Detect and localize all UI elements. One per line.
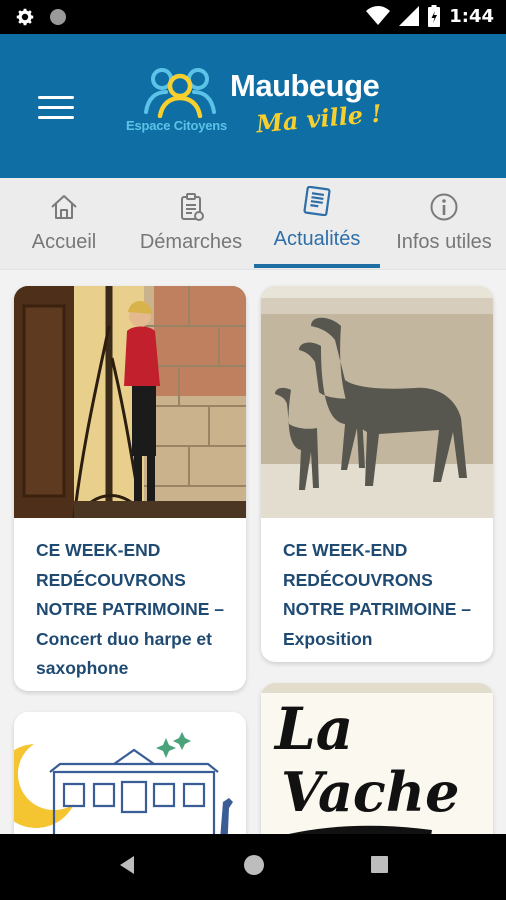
back-icon[interactable] [116, 852, 138, 878]
news-card[interactable]: CE WEEK-END REDÉCOUVRONS NOTRE PATRIMOIN… [14, 286, 246, 691]
tab-infos-utiles[interactable]: Infos utiles [386, 178, 502, 270]
poster-word: Vache [281, 760, 459, 824]
poster-word: La [273, 695, 353, 763]
signal-icon [399, 6, 420, 26]
info-icon [430, 193, 458, 221]
tab-bar: Accueil Démarches Actualités Infos utile… [0, 178, 506, 270]
tab-label: Actualités [273, 228, 361, 250]
settings-icon [16, 8, 34, 26]
active-tab-indicator [254, 264, 380, 268]
navigation-bar [0, 834, 506, 900]
clipboard-icon [181, 193, 204, 221]
camel-sculptures-photo [261, 286, 493, 518]
news-card[interactable]: La Vache [261, 683, 493, 834]
app-logo: Espace Citoyens Maubeuge Ma ville ! [126, 64, 396, 148]
hamburger-menu-icon[interactable] [38, 96, 74, 120]
news-feed[interactable]: CE WEEK-END REDÉCOUVRONS NOTRE PATRIMOIN… [0, 270, 506, 834]
news-card-title: CE WEEK-END REDÉCOUVRONS NOTRE PATRIMOIN… [36, 540, 224, 678]
home-circle-icon[interactable] [241, 852, 267, 878]
home-icon [51, 195, 77, 219]
app-header: Espace Citoyens Maubeuge Ma ville ! [0, 34, 506, 178]
status-bar: 1:44 [0, 0, 506, 34]
wifi-icon [366, 6, 391, 26]
news-card-title: CE WEEK-END REDÉCOUVRONS NOTRE PATRIMOIN… [283, 540, 471, 649]
news-card[interactable]: CE WEEK-END REDÉCOUVRONS NOTRE PATRIMOIN… [261, 286, 493, 662]
citizens-logo-icon [144, 68, 216, 118]
tab-accueil[interactable]: Accueil [14, 178, 114, 270]
circle-indicator-icon [50, 9, 66, 25]
battery-icon [428, 5, 441, 27]
logo-caption: Espace Citoyens [126, 118, 228, 133]
logo-subtitle: Ma ville ! [254, 98, 383, 139]
news-card[interactable] [14, 712, 246, 834]
recents-icon[interactable] [369, 852, 391, 878]
logo-title: Maubeuge [230, 68, 380, 103]
newspaper-icon [303, 186, 331, 216]
tab-label: Démarches [139, 231, 243, 253]
harpist-photo [14, 286, 246, 518]
clock: 1:44 [449, 5, 494, 27]
night-building-illustration [14, 712, 246, 834]
tab-label: Accueil [31, 231, 97, 253]
tab-label: Infos utiles [396, 231, 492, 253]
tab-demarches[interactable]: Démarches [128, 178, 254, 270]
la-vache-poster: La Vache [261, 683, 493, 834]
tab-actualites[interactable]: Actualités [254, 178, 380, 270]
